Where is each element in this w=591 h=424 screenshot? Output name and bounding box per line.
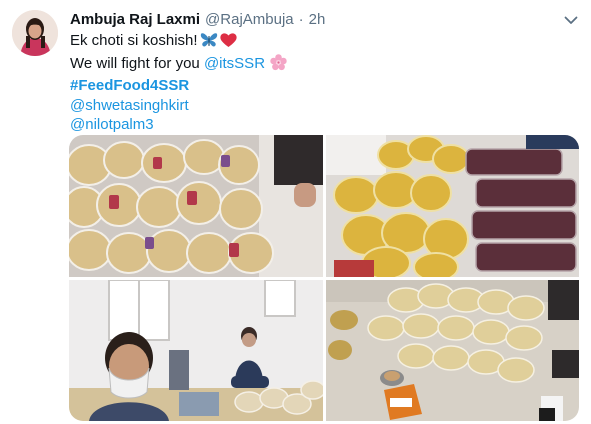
cherry-blossom-emoji-icon bbox=[270, 53, 287, 77]
tweet-header: Ambuja Raj Laxmi @RajAmbuja · 2h bbox=[70, 9, 325, 29]
author-handle[interactable]: @RajAmbuja bbox=[205, 11, 294, 28]
tweet-line-2: We will fight for you @itsSSR bbox=[70, 53, 287, 77]
tweet-line-2-text: We will fight for you bbox=[70, 54, 204, 72]
butterfly-emoji-icon bbox=[200, 32, 218, 54]
tweet-line-1: Ek choti si koshish! bbox=[70, 31, 287, 54]
mention-nilotpalm3[interactable]: @nilotpalm3 bbox=[70, 115, 287, 135]
separator-dot: · bbox=[298, 10, 304, 28]
photo-volunteers[interactable] bbox=[69, 280, 323, 421]
mention-itsssr[interactable]: @itsSSR bbox=[204, 55, 265, 72]
author-name[interactable]: Ambuja Raj Laxmi bbox=[70, 11, 200, 28]
timestamp[interactable]: 2h bbox=[309, 11, 326, 28]
tweet-text: Ek choti si koshish! We will fight for y… bbox=[70, 31, 287, 135]
photo-food-packets-1[interactable] bbox=[69, 135, 323, 277]
avatar[interactable] bbox=[12, 10, 58, 56]
mention-shwetasinghkirt[interactable]: @shwetasinghkirt bbox=[70, 96, 287, 116]
tweet-line-1-text: Ek choti si koshish! bbox=[70, 32, 198, 49]
photo-food-packets-floor[interactable] bbox=[326, 280, 579, 421]
photo-food-packets-2[interactable] bbox=[326, 135, 579, 277]
media-grid bbox=[69, 135, 579, 421]
hashtag-feedfood4ssr[interactable]: #FeedFood4SSR bbox=[70, 76, 287, 96]
heart-emoji-icon bbox=[219, 32, 237, 54]
tweet[interactable]: Ambuja Raj Laxmi @RajAmbuja · 2h Ek chot… bbox=[0, 0, 591, 424]
chevron-down-icon[interactable] bbox=[561, 10, 581, 30]
